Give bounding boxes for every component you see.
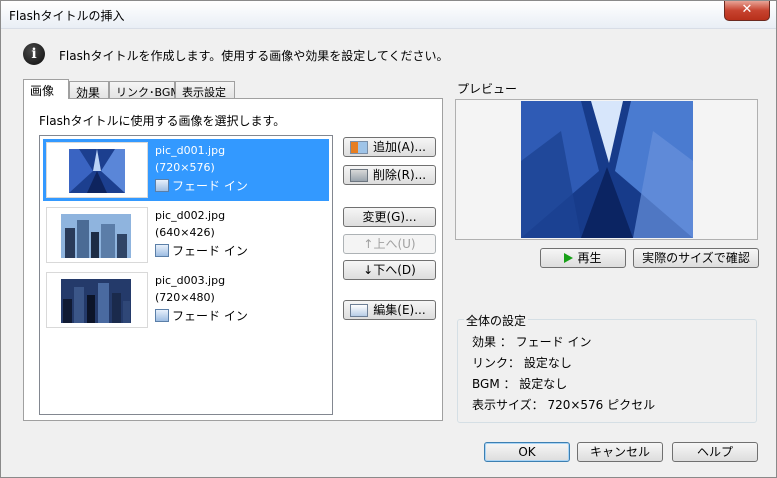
preview-image: [521, 101, 693, 238]
tab-display-settings[interactable]: 表示設定: [175, 81, 235, 99]
image-effect-icon: [155, 179, 169, 192]
thumbnail: [46, 142, 148, 198]
preview-label: プレビュー: [457, 82, 518, 96]
file-dimensions: (640×426): [155, 226, 215, 239]
edit-button[interactable]: 編集(E)...: [343, 300, 436, 320]
add-image-icon: [350, 141, 368, 154]
file-dimensions: (720×576): [155, 161, 215, 174]
dialog-window: Flashタイトルの挿入 ✕ i Flashタイトルを作成します。使用する画像や…: [0, 0, 777, 478]
tab-effect[interactable]: 効果: [69, 81, 109, 100]
thumbnail-image: [61, 214, 131, 258]
add-button[interactable]: 追加(A)...: [343, 137, 436, 157]
setting-link: リンク： 設定なし: [472, 356, 572, 370]
edit-button-label: 編集(E)...: [373, 303, 426, 317]
change-button[interactable]: 変更(G)...: [343, 207, 436, 227]
effect-row: フェード イン: [155, 242, 248, 259]
preview-frame: [455, 99, 758, 240]
ok-button[interactable]: OK: [484, 442, 570, 462]
overall-settings-group: 全体の設定 効果 ： フェード イン リンク： 設定なし BGM ： 設定なし …: [457, 312, 757, 423]
help-button[interactable]: ヘルプ: [672, 442, 758, 462]
thumbnail: [46, 207, 148, 263]
effect-label: フェード イン: [172, 179, 248, 193]
add-button-label: 追加(A)...: [372, 140, 427, 154]
cancel-button[interactable]: キャンセル: [577, 442, 663, 462]
image-list[interactable]: pic_d001.jpg (720×576) フェード イン pic_d002.…: [39, 135, 333, 415]
info-message: Flashタイトルを作成します。使用する画像や効果を設定してください。: [59, 49, 449, 63]
title-bar: Flashタイトルの挿入 ✕: [1, 1, 776, 29]
play-icon: [564, 253, 574, 263]
effect-row: フェード イン: [155, 307, 248, 324]
play-button-label: 再生: [577, 251, 602, 265]
effect-row: フェード イン: [155, 177, 248, 194]
move-down-button[interactable]: ↓下へ(D): [343, 260, 436, 280]
file-name: pic_d003.jpg: [155, 274, 226, 287]
close-button[interactable]: ✕: [724, 1, 770, 21]
window-title: Flashタイトルの挿入: [9, 9, 125, 23]
setting-display-size: 表示サイズ： 720×576 ピクセル: [472, 398, 656, 412]
setting-effect: 効果 ： フェード イン: [472, 335, 592, 349]
edit-image-icon: [350, 304, 368, 317]
tab-image[interactable]: 画像: [23, 79, 69, 99]
panel-instruction: Flashタイトルに使用する画像を選択します。: [39, 114, 286, 128]
delete-image-icon: [350, 169, 368, 182]
file-dimensions: (720×480): [155, 291, 215, 304]
image-effect-icon: [155, 244, 169, 257]
image-tab-panel: Flashタイトルに使用する画像を選択します。 pic_d001.jpg (72…: [23, 98, 443, 421]
list-item[interactable]: pic_d002.jpg (640×426) フェード イン: [43, 204, 329, 266]
list-item[interactable]: pic_d003.jpg (720×480) フェード イン: [43, 269, 329, 331]
play-button[interactable]: 再生: [540, 248, 626, 268]
delete-button-label: 削除(R)...: [372, 168, 427, 182]
effect-label: フェード イン: [172, 244, 248, 258]
file-name: pic_d001.jpg: [155, 144, 226, 157]
tab-link-bgm[interactable]: リンク･BGM: [109, 81, 180, 99]
effect-label: フェード イン: [172, 309, 248, 323]
thumbnail-image: [61, 279, 131, 323]
delete-button[interactable]: 削除(R)...: [343, 165, 436, 185]
actual-size-button[interactable]: 実際のサイズで確認: [633, 248, 759, 268]
setting-bgm: BGM ： 設定なし: [472, 377, 568, 391]
thumbnail: [46, 272, 148, 328]
file-name: pic_d002.jpg: [155, 209, 226, 222]
settings-title: 全体の設定: [464, 312, 529, 329]
list-item[interactable]: pic_d001.jpg (720×576) フェード イン: [43, 139, 329, 201]
info-icon: i: [23, 43, 45, 65]
image-effect-icon: [155, 309, 169, 322]
move-up-button[interactable]: ↑上へ(U): [343, 234, 436, 254]
thumbnail-image: [69, 149, 125, 193]
